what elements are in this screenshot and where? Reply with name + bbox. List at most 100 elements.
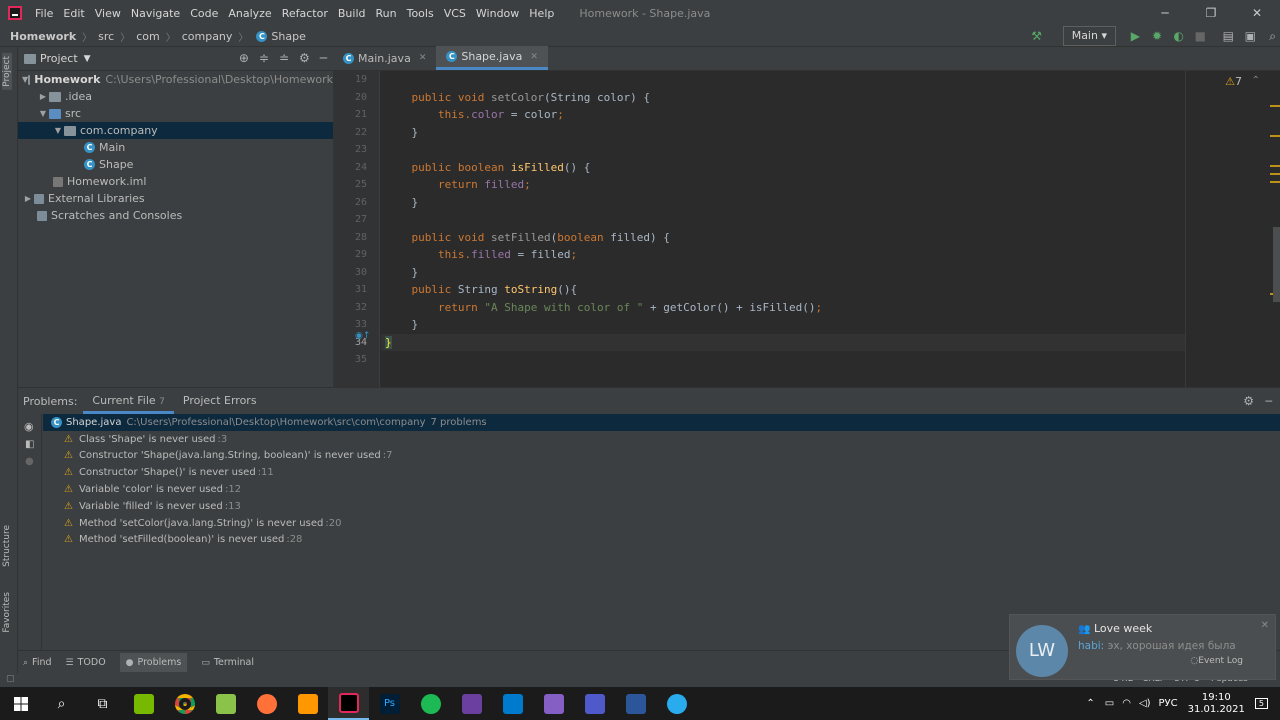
close-icon[interactable]: ✕ (1261, 620, 1269, 631)
tree-item-scratches[interactable]: Scratches and Consoles (18, 207, 333, 224)
task-view-icon[interactable]: ⧉ (82, 687, 123, 720)
breadcrumb-shape[interactable]: Shape (271, 30, 305, 43)
build-hammer-icon[interactable]: ⚒ (1031, 29, 1042, 43)
stop-icon[interactable]: ■ (1195, 29, 1206, 43)
chevron-up-icon[interactable]: ⌃ (1252, 75, 1260, 86)
editor-scrollbar-thumb[interactable] (1273, 227, 1280, 302)
code-line[interactable]: 24 public boolean isFilled() { (355, 159, 1185, 177)
code-line[interactable]: 34} (355, 333, 1185, 351)
menu-navigate[interactable]: Navigate (126, 7, 185, 20)
visual-studio-icon[interactable] (533, 687, 574, 720)
telegram-icon[interactable] (656, 687, 697, 720)
notifications-icon[interactable]: 5 (1254, 698, 1268, 709)
chrome-icon[interactable] (164, 687, 205, 720)
tree-item-src[interactable]: ▼ src (18, 105, 333, 122)
app-icon[interactable] (451, 687, 492, 720)
problem-row[interactable]: ⚠ Method 'setColor(java.lang.String)' is … (43, 515, 1280, 532)
tree-item-main[interactable]: C Main (18, 139, 333, 156)
clock[interactable]: 19:10 31.01.2021 (1188, 692, 1245, 716)
tool-tab-todo[interactable]: ☰ TODO (66, 657, 106, 668)
scrollbar-warning-mark[interactable] (1270, 135, 1280, 137)
layout-icon[interactable]: ▣ (1245, 29, 1256, 43)
tool-tab-find[interactable]: ⌕ Find (23, 657, 52, 668)
teams-icon[interactable] (574, 687, 615, 720)
code-line[interactable]: 23 (355, 141, 1185, 159)
tab-project-errors[interactable]: Project Errors (174, 388, 266, 414)
project-tool-tab[interactable]: Project (2, 53, 12, 90)
menu-vcs[interactable]: VCS (439, 7, 471, 20)
breadcrumb-homework[interactable]: Homework (10, 30, 76, 43)
menu-analyze[interactable]: Analyze (223, 7, 276, 20)
tab-current-file[interactable]: Current File 7 (83, 388, 174, 414)
menu-help[interactable]: Help (524, 7, 559, 20)
code-line[interactable]: 28 public void setFilled(boolean filled)… (355, 229, 1185, 247)
code-line[interactable]: 21 this.color = color; (355, 106, 1185, 124)
tab-shape-java[interactable]: C Shape.java ✕ (436, 46, 548, 70)
coverage-icon[interactable]: ◐ (1174, 29, 1184, 43)
scrollbar-warning-mark[interactable] (1270, 165, 1280, 167)
close-icon[interactable]: ✕ (1234, 0, 1280, 26)
menu-build[interactable]: Build (333, 7, 371, 20)
code-line[interactable]: 27 (355, 211, 1185, 229)
scrollbar-warning-mark[interactable] (1270, 173, 1280, 175)
problem-row[interactable]: ⚠ Constructor 'Shape()' is never used:11 (43, 464, 1280, 481)
problem-row[interactable]: ⚠ Variable 'filled' is never used:13 (43, 498, 1280, 515)
menu-run[interactable]: Run (371, 7, 402, 20)
sublime-icon[interactable] (287, 687, 328, 720)
inspection-widget[interactable]: ⚠7 (1225, 75, 1242, 88)
override-gutter-icon[interactable]: ◉↑ (355, 331, 370, 341)
chevron-down-icon[interactable]: ▼ (84, 54, 91, 64)
close-tab-icon[interactable]: ✕ (530, 52, 538, 62)
menu-edit[interactable]: Edit (58, 7, 89, 20)
minimize-icon[interactable]: ─ (1142, 0, 1188, 26)
tree-item-com-company[interactable]: ▼ com.company (18, 122, 333, 139)
maximize-icon[interactable]: ❐ (1188, 0, 1234, 26)
code-line[interactable]: 30 } (355, 264, 1185, 282)
menu-refactor[interactable]: Refactor (277, 7, 333, 20)
intellij-taskbar-icon[interactable] (328, 687, 369, 720)
hide-icon[interactable]: ─ (320, 51, 327, 65)
tree-item-shape[interactable]: C Shape (18, 156, 333, 173)
locate-icon[interactable]: ⊕ (239, 51, 249, 65)
tree-item-idea[interactable]: ▶ .idea (18, 88, 333, 105)
search-icon[interactable]: ⌕ (41, 687, 82, 720)
tree-item-external-libraries[interactable]: ▶ External Libraries (18, 190, 333, 207)
code-line[interactable]: 20 public void setColor(String color) { (355, 89, 1185, 107)
tree-item-homework[interactable]: ▼ Homework C:\Users\Professional\Desktop\H… (18, 71, 333, 88)
project-view-select[interactable]: Project (40, 52, 78, 65)
close-tab-icon[interactable]: ✕ (419, 53, 427, 63)
project-structure-icon[interactable]: ▤ (1223, 29, 1234, 43)
menu-tools[interactable]: Tools (402, 7, 439, 20)
favorites-tool-tab[interactable]: Favorites (2, 592, 12, 633)
expand-all-icon[interactable]: ≑ (259, 51, 269, 65)
firefox-icon[interactable] (246, 687, 287, 720)
notepad-plus-icon[interactable] (205, 687, 246, 720)
code-line[interactable]: 29 this.filled = filled; (355, 246, 1185, 264)
layout-toggle-icon[interactable]: ▢ (6, 674, 15, 684)
event-log-label[interactable]: Event Log (1198, 656, 1243, 666)
nvidia-icon[interactable] (123, 687, 164, 720)
structure-tool-tab[interactable]: Structure (2, 525, 12, 567)
code-line[interactable]: 25 return filled; (355, 176, 1185, 194)
code-line[interactable]: 31 public String toString(){ (355, 281, 1185, 299)
eye-icon[interactable]: ◉ (24, 420, 41, 433)
collapse-all-icon[interactable]: ≐ (279, 51, 289, 65)
code-line[interactable]: 26 } (355, 194, 1185, 212)
problem-row[interactable]: ⚠ Constructor 'Shape(java.lang.String, bo… (43, 448, 1280, 465)
chevron-up-icon[interactable]: ⌃ (1086, 698, 1094, 709)
scrollbar-warning-mark[interactable] (1270, 105, 1280, 107)
tree-item-homework-iml[interactable]: Homework.iml (18, 173, 333, 190)
bulb-icon[interactable]: ● (25, 456, 41, 467)
code-line[interactable]: 35 (355, 351, 1185, 369)
battery-icon[interactable]: ▭ (1105, 698, 1114, 709)
start-icon[interactable] (0, 687, 41, 720)
run-configuration-select[interactable]: Main ▾ (1062, 26, 1116, 46)
problems-file-row[interactable]: C Shape.java C:\Users\Professional\Deskt… (43, 414, 1280, 431)
debug-icon[interactable]: ✹ (1152, 29, 1162, 43)
problem-row[interactable]: ⚠ Method 'setFilled(boolean)' is never us… (43, 532, 1280, 549)
preview-icon[interactable]: ◧ (25, 439, 41, 450)
tool-tab-problems[interactable]: ● Problems (119, 653, 188, 672)
settings-gear-icon[interactable]: ⚙ (299, 51, 310, 65)
settings-gear-icon[interactable]: ⚙ (1243, 394, 1254, 408)
breadcrumb-src[interactable]: src (98, 30, 114, 43)
